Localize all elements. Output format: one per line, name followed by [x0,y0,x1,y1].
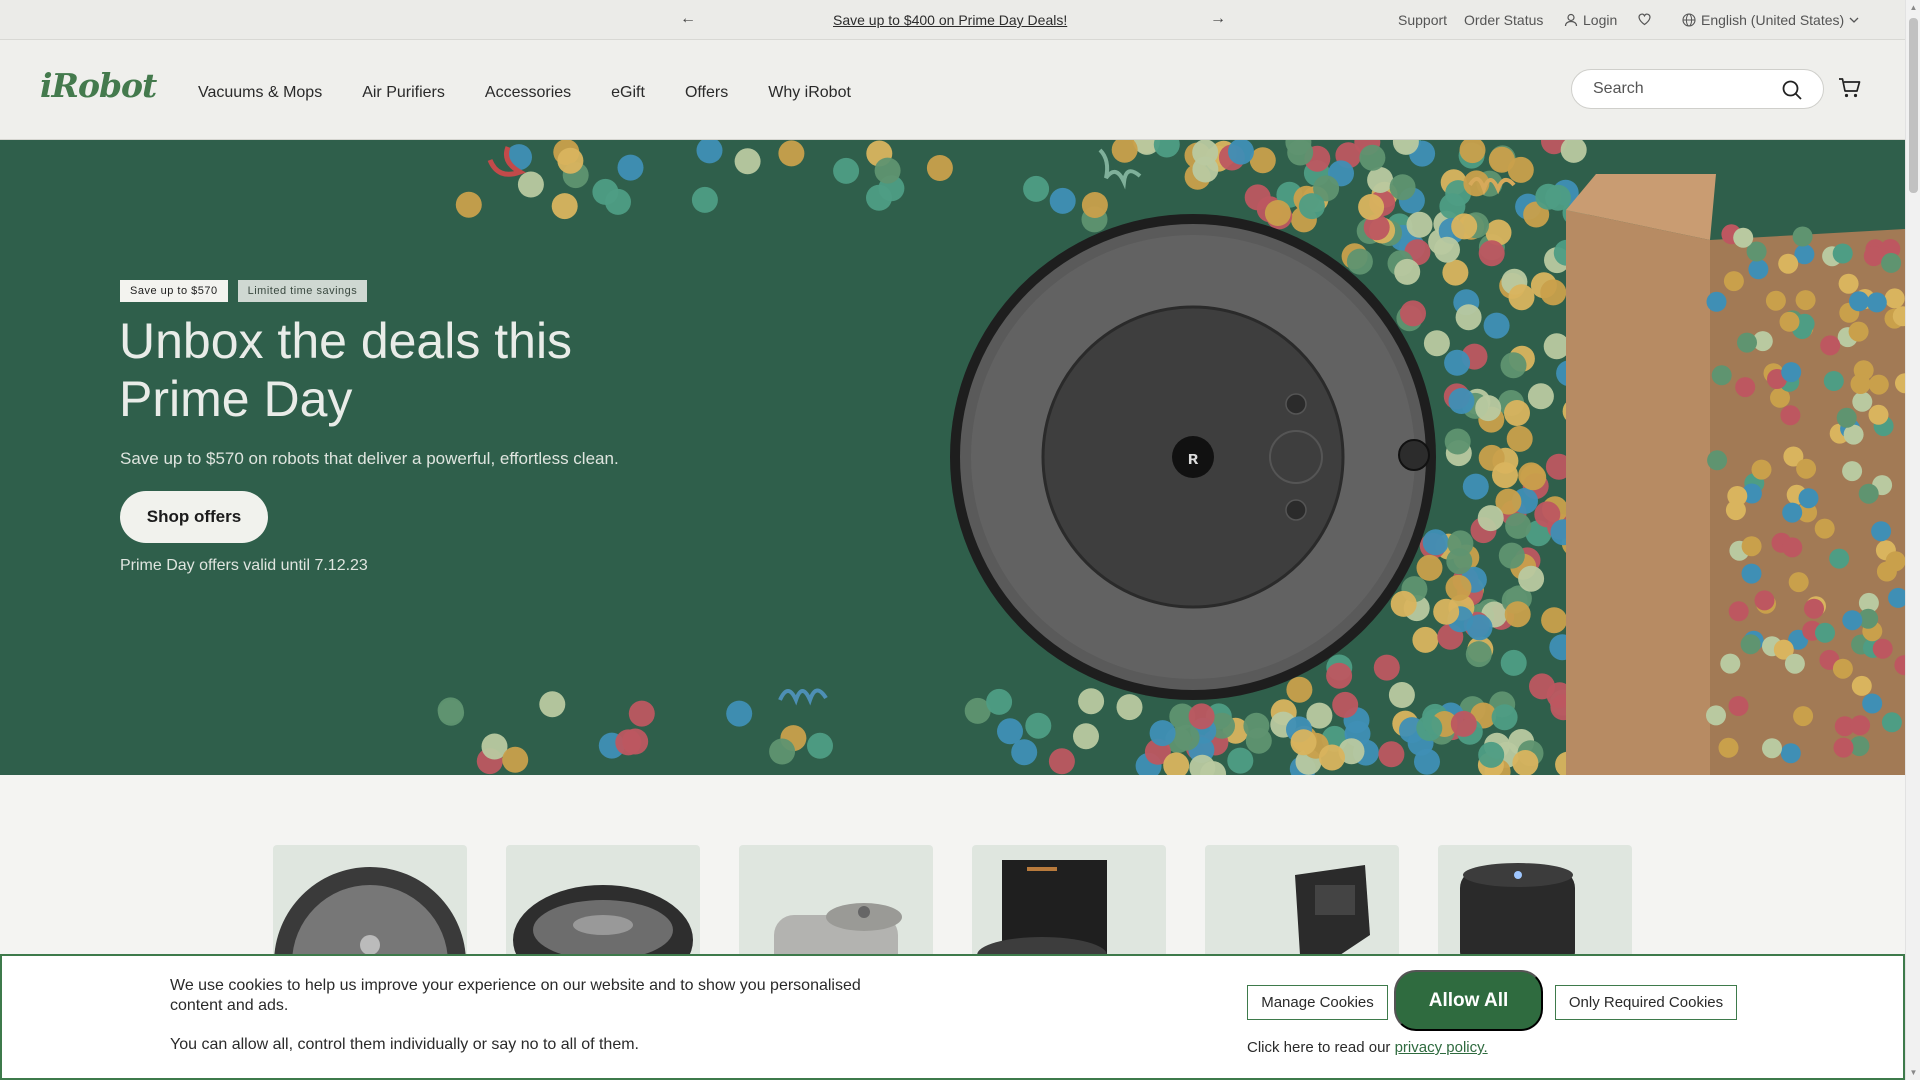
scrollbar-thumb[interactable] [1909,18,1918,193]
product-card[interactable] [506,845,700,965]
nav-item-accessories[interactable]: Accessories [485,84,571,102]
order-status-link[interactable]: Order Status [1464,12,1543,28]
product-card[interactable] [273,845,467,965]
nav-item-vacuums-mops[interactable]: Vacuums & Mops [198,84,322,102]
allow-all-button[interactable]: Allow All [1394,970,1543,1031]
product-card[interactable] [1205,845,1399,965]
search-icon[interactable] [1781,79,1803,106]
product-card[interactable] [1438,845,1632,965]
login-label: Login [1583,12,1618,28]
offer-validity-text: Prime Day offers valid until 7.12.23 [120,557,368,574]
nav-item-egift[interactable]: eGift [611,84,645,102]
cookie-banner: We use cookies to help us improve your e… [0,954,1905,1080]
site-header: iRobot Vacuums & Mops Air Purifiers Acce… [0,40,1905,140]
cardboard-box-image [1566,174,1905,775]
svg-text:ʀ: ʀ [1188,448,1199,468]
hero-badges: Save up to $570 Limited time savings [120,280,368,302]
limited-time-badge: Limited time savings [237,280,368,302]
irobot-logo[interactable]: iRobot [40,66,157,105]
cookie-message-options: You can allow all, control them individu… [170,1036,639,1053]
product-category-row [0,775,1905,965]
roomba-robot-image: ʀ [950,214,1436,700]
language-selector[interactable]: English (United States) [1682,12,1859,28]
nav-item-offers[interactable]: Offers [685,84,728,102]
cart-icon[interactable] [1838,77,1862,104]
nav-item-air-purifiers[interactable]: Air Purifiers [362,84,445,102]
privacy-prefix: Click here to read our [1247,1039,1395,1056]
savings-badge: Save up to $570 [120,280,228,302]
support-link[interactable]: Support [1398,12,1447,28]
search-input[interactable] [1593,80,1773,98]
wishlist-heart-icon[interactable] [1637,12,1652,26]
shop-offers-button[interactable]: Shop offers [120,491,268,543]
product-card[interactable] [972,845,1166,965]
promo-link[interactable]: Save up to $400 on Prime Day Deals! [833,12,1067,28]
hero-headline: Unbox the deals this Prime Day [119,313,573,427]
previous-promo-arrow-icon[interactable]: ← [678,10,698,28]
next-promo-arrow-icon[interactable]: → [1208,10,1228,28]
manage-cookies-button[interactable]: Manage Cookies [1247,985,1388,1020]
login-link[interactable]: Login [1564,12,1617,28]
chevron-down-icon [1849,17,1859,23]
scroll-down-arrow-icon[interactable]: ▼ [1906,1065,1920,1080]
user-icon [1564,13,1578,27]
main-nav: Vacuums & Mops Air Purifiers Accessories… [198,84,851,102]
page-scrollbar[interactable]: ▲ ▼ [1905,0,1920,1080]
product-card[interactable] [739,845,933,965]
scroll-up-arrow-icon[interactable]: ▲ [1906,0,1920,15]
privacy-policy-link[interactable]: privacy policy. [1395,1039,1488,1056]
only-required-cookies-button[interactable]: Only Required Cookies [1555,985,1737,1020]
cookie-message: We use cookies to help us improve your e… [170,977,861,1014]
globe-icon [1682,13,1696,27]
hero-banner: ʀ Save up to $570 Limited time savings U… [0,140,1905,775]
language-label: English (United States) [1701,12,1845,28]
search-box [1571,69,1824,109]
announcement-bar: ← Save up to $400 on Prime Day Deals! → … [0,0,1905,40]
privacy-notice: Click here to read our privacy policy. [1247,1039,1488,1056]
hero-subtext: Save up to $570 on robots that deliver a… [120,449,619,468]
nav-item-why-irobot[interactable]: Why iRobot [768,84,851,102]
